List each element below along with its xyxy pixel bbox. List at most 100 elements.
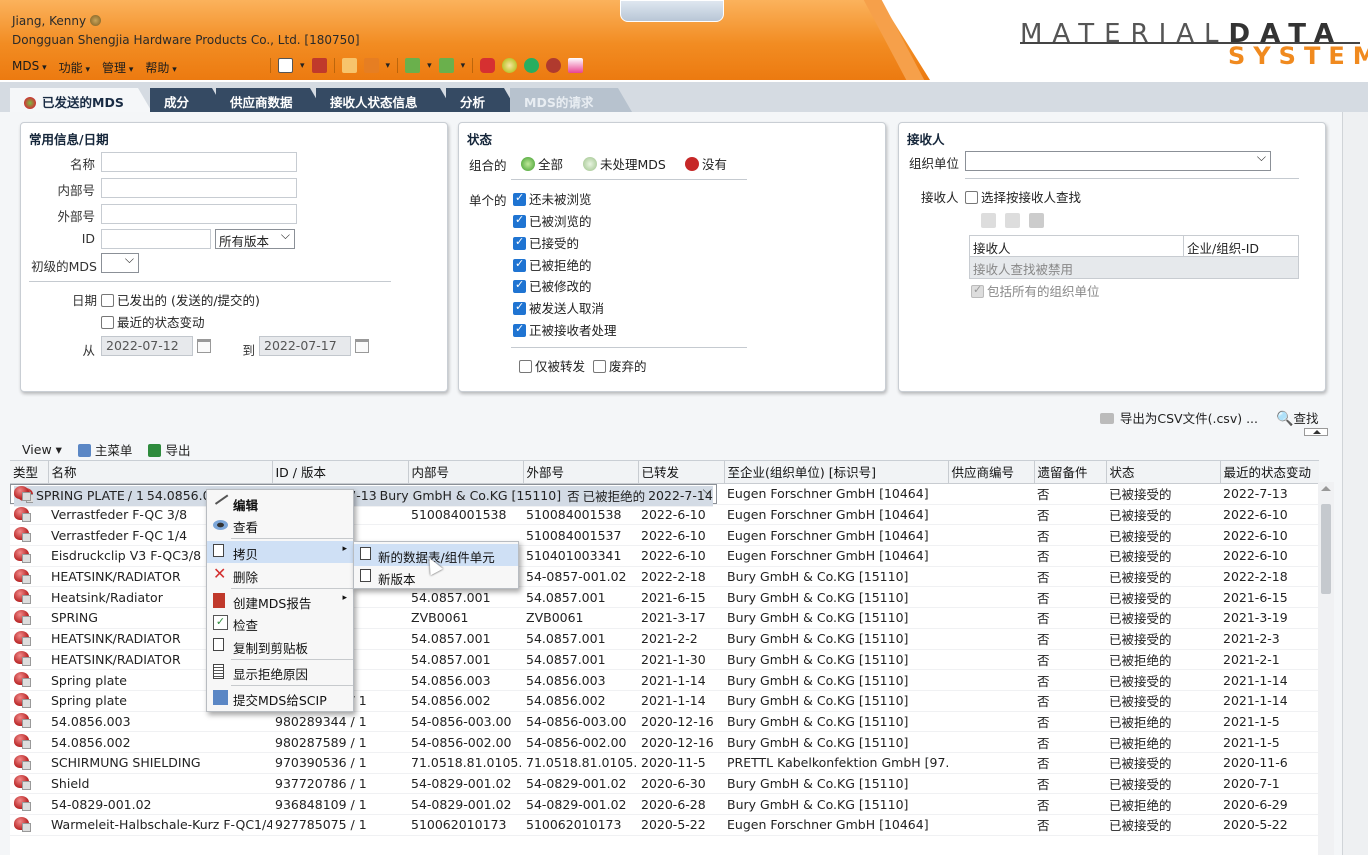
scroll-thumb[interactable] xyxy=(1321,504,1331,594)
table-row[interactable]: SPRING PLATE/ 154.0856.00254.0856.002202… xyxy=(10,483,717,507)
table-row[interactable]: 54.0856.003 980289344 / 1 54-0856-003.00 54… xyxy=(10,711,1319,733)
name-input[interactable] xyxy=(101,152,297,172)
main-menu-button[interactable]: 主菜单 xyxy=(77,440,132,459)
checkbox[interactable] xyxy=(513,257,526,272)
menu-item-copy[interactable]: 拷贝 ▸ xyxy=(207,541,353,563)
combined-none-button[interactable]: 没有 xyxy=(685,154,727,173)
status-viewed[interactable]: 已被浏览的 xyxy=(513,211,592,230)
column-header-last-status-change[interactable]: 最近的状态变动 xyxy=(1220,461,1319,484)
menu-mds[interactable]: MDS xyxy=(12,59,47,76)
from-date-input[interactable]: 2022-07-12 xyxy=(101,336,193,356)
mds-type-icon xyxy=(14,734,31,750)
flask-icon[interactable] xyxy=(568,58,584,73)
combined-unprocessed-button[interactable]: 未处理MDS xyxy=(583,154,666,173)
export-icon[interactable] xyxy=(438,58,454,73)
table-row[interactable]: Shield 937720786 / 1 54-0829-001.02 54-0829… xyxy=(10,773,1319,795)
date-option-sent[interactable]: 已发出的 (发送的/提交的) xyxy=(101,290,260,309)
combined-all-button[interactable]: 全部 xyxy=(521,154,563,173)
to-date-input[interactable]: 2022-07-17 xyxy=(259,336,351,356)
id-input[interactable] xyxy=(101,229,211,249)
checkbox[interactable] xyxy=(513,278,526,293)
checkbox[interactable] xyxy=(101,294,114,307)
find-button[interactable]: 🔍查找 xyxy=(1276,408,1318,427)
column-header-type[interactable]: 类型 xyxy=(10,461,49,484)
column-header-to-company[interactable]: 至企业(组织单位) [标识号] xyxy=(724,461,949,484)
menu-functions[interactable]: 功能 xyxy=(59,59,90,76)
menu-item-submit-scip[interactable]: 提交MDS给SCIP xyxy=(207,687,353,709)
column-header-internal-no[interactable]: 内部号 xyxy=(408,461,524,484)
checkbox[interactable] xyxy=(593,360,606,373)
menu-item-view[interactable]: 查看 xyxy=(207,514,353,536)
page-scrollbar[interactable] xyxy=(1342,112,1368,855)
checkbox[interactable] xyxy=(513,235,526,250)
column-header-supplier-no[interactable]: 供应商编号 xyxy=(948,461,1035,484)
checkbox[interactable] xyxy=(513,300,526,315)
checkbox[interactable] xyxy=(513,213,526,228)
checkbox[interactable] xyxy=(965,191,978,204)
substance-icon[interactable] xyxy=(502,58,518,73)
chevron-down-icon[interactable]: ▾ xyxy=(461,61,466,71)
menu-item-show-reject-reason[interactable]: 显示拒绝原因 xyxy=(207,661,353,683)
menu-item-check[interactable]: ✓ 检查 xyxy=(207,612,353,634)
only-forwarded-option[interactable]: 仅被转发 xyxy=(519,356,585,375)
status-modified[interactable]: 已被修改的 xyxy=(513,276,592,295)
status-not-viewed[interactable]: 还未被浏览 xyxy=(513,189,592,208)
tab-analysis[interactable]: 分析 xyxy=(446,88,518,112)
collapse-toggle[interactable] xyxy=(1304,428,1328,436)
tab-components[interactable]: 成分 xyxy=(150,88,226,112)
menu-help[interactable]: 帮助 xyxy=(145,59,176,76)
column-header-forwarded[interactable]: 已转发 xyxy=(638,461,725,484)
version-select[interactable]: 所有版本 xyxy=(215,228,295,249)
calendar-icon[interactable] xyxy=(197,339,211,353)
export-button[interactable]: 导出 xyxy=(148,440,190,459)
column-header-legacy-spare[interactable]: 遗留备件 xyxy=(1034,461,1107,484)
new-document-icon[interactable] xyxy=(278,58,293,73)
chevron-down-icon[interactable]: ▾ xyxy=(300,61,305,71)
internal-no-input[interactable] xyxy=(101,178,297,198)
chevron-down-icon[interactable]: ▾ xyxy=(427,61,432,71)
chevron-down-icon[interactable]: ▾ xyxy=(386,61,391,71)
checkbox[interactable] xyxy=(101,316,114,329)
import-icon[interactable] xyxy=(405,58,421,73)
molecule-icon[interactable] xyxy=(524,58,540,73)
tab-supplier-data[interactable]: 供应商数据 xyxy=(216,88,324,112)
choose-by-recipient-option[interactable]: 选择按接收人查找 xyxy=(965,187,1081,206)
checkbox[interactable] xyxy=(519,360,532,373)
mds-red-icon[interactable] xyxy=(480,58,496,73)
date-option-status-change[interactable]: 最近的状态变动 xyxy=(101,312,205,331)
save-icon[interactable] xyxy=(311,58,327,73)
scroll-up-icon[interactable] xyxy=(1321,486,1331,491)
initial-mds-select[interactable] xyxy=(101,252,139,273)
menu-item-edit[interactable]: 编辑 xyxy=(207,491,353,514)
menu-item-create-report[interactable]: 创建MDS报告 ▸ xyxy=(207,590,353,612)
menu-item-delete[interactable]: ✕ 删除 xyxy=(207,564,353,586)
calendar-icon[interactable] xyxy=(355,339,369,353)
external-no-input[interactable] xyxy=(101,204,297,224)
org-unit-select[interactable] xyxy=(965,150,1271,171)
tab-recipient-status[interactable]: 接收人状态信息 xyxy=(316,88,454,112)
checkbox[interactable] xyxy=(513,191,526,206)
copy-document-icon[interactable] xyxy=(363,58,379,73)
table-scrollbar[interactable] xyxy=(1318,482,1334,855)
column-header-name[interactable]: 名称 xyxy=(48,461,273,484)
tab-sent-mds[interactable]: 已发送的MDS xyxy=(10,88,152,112)
status-accepted[interactable]: 已接受的 xyxy=(513,233,579,252)
status-rejected[interactable]: 已被拒绝的 xyxy=(513,255,592,274)
menu-item-copy-clipboard[interactable]: 复制到剪贴板 xyxy=(207,635,353,657)
status-processing[interactable]: 正被接收者处理 xyxy=(513,320,617,339)
edit-document-icon[interactable] xyxy=(341,58,357,73)
discarded-option[interactable]: 废弃的 xyxy=(593,356,647,375)
component-icon[interactable] xyxy=(546,58,562,73)
export-csv-link[interactable]: 导出为CSV文件(.csv) ... xyxy=(1099,408,1258,427)
table-row[interactable]: 54-0829-001.02 936848109 / 1 54-0829-001.0… xyxy=(10,793,1319,815)
status-cancelled[interactable]: 被发送人取消 xyxy=(513,298,604,317)
checkbox[interactable] xyxy=(513,322,526,337)
table-row[interactable]: SCHIRMUNG SHIELDING 970390536 / 1 71.0518.… xyxy=(10,752,1319,774)
table-row[interactable]: Warmeleit-Halbschale-Kurz F-QC1/4 9277850… xyxy=(10,814,1319,836)
column-header-external-no[interactable]: 外部号 xyxy=(523,461,639,484)
column-header-id-version[interactable]: ID / 版本 xyxy=(272,461,409,484)
view-menu[interactable]: View ▾ xyxy=(22,442,62,457)
table-row[interactable]: 54.0856.002 980287589 / 1 54-0856-002.00 54… xyxy=(10,731,1319,753)
column-header-status[interactable]: 状态 xyxy=(1106,461,1221,484)
menu-manage[interactable]: 管理 xyxy=(102,59,133,76)
